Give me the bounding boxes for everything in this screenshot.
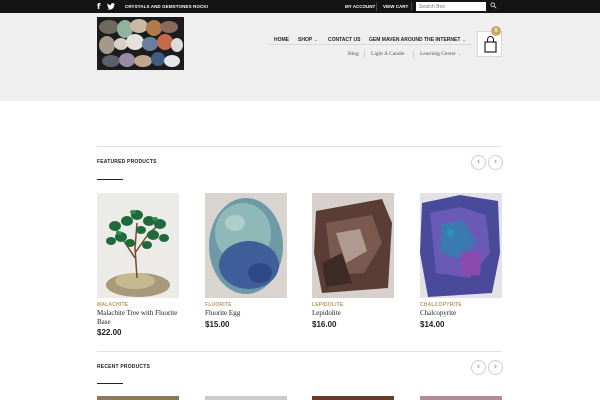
product-category[interactable]: CHALCOPYRITE xyxy=(420,302,462,309)
my-account-link[interactable]: MY ACCOUNT xyxy=(345,3,375,10)
heading-underline xyxy=(97,179,123,180)
nav-divider xyxy=(268,44,472,45)
search-icon[interactable] xyxy=(490,2,497,9)
nav-divider xyxy=(364,50,365,58)
crystals-logo-image xyxy=(97,17,184,70)
product-name[interactable]: Chalcopyrite xyxy=(420,309,502,318)
chevron-left-icon: ‹ xyxy=(476,362,481,372)
product-category[interactable]: MALACHITE xyxy=(97,302,128,309)
nav-item-light-a-candle[interactable]: Light A Candle xyxy=(371,50,405,58)
site-header xyxy=(0,13,600,101)
product-name[interactable]: Fluorite Egg xyxy=(205,309,287,318)
top-bar: f CRYSTALS AND GEMSTONES ROCK! MY ACCOUN… xyxy=(0,0,600,13)
carousel-prev-button[interactable]: ‹ xyxy=(471,155,486,170)
section-divider xyxy=(97,146,502,147)
nav-divider xyxy=(413,50,414,58)
cart-count-badge: 0 xyxy=(491,26,501,36)
product-price: $14.00 xyxy=(420,320,445,329)
chevron-right-icon: › xyxy=(493,362,498,372)
nav-item-contact-us[interactable]: CONTACT US xyxy=(328,36,360,44)
site-tagline: CRYSTALS AND GEMSTONES ROCK! xyxy=(125,4,209,9)
product-image[interactable] xyxy=(205,193,287,298)
product-name[interactable]: Lepidolite xyxy=(312,309,394,318)
product-image[interactable] xyxy=(420,396,502,400)
chevron-down-icon: ⌄ xyxy=(457,51,462,56)
chevron-left-icon: ‹ xyxy=(476,157,481,167)
site-logo[interactable] xyxy=(97,17,184,70)
product-image[interactable] xyxy=(312,193,394,298)
view-cart-link[interactable]: VIEW CART xyxy=(383,3,408,10)
carousel-next-button[interactable]: › xyxy=(488,155,503,170)
product-name[interactable]: Malachite Tree with Fluorite Base xyxy=(97,309,179,326)
facebook-icon[interactable]: f xyxy=(97,2,100,11)
nav-item-learning-center[interactable]: Learning Center ⌄ xyxy=(420,50,461,58)
section-divider xyxy=(97,351,502,352)
product-image[interactable] xyxy=(420,193,502,298)
topbar-divider xyxy=(411,2,412,11)
product-image[interactable] xyxy=(97,193,179,298)
product-image[interactable] xyxy=(97,396,179,400)
featured-products-heading: FEATURED PRODUCTS xyxy=(97,159,157,165)
topbar-divider xyxy=(376,2,377,11)
nav-item-shop[interactable]: SHOP ⌄ xyxy=(298,36,318,44)
product-category[interactable]: LEPIDOLITE xyxy=(312,302,343,309)
product-image[interactable] xyxy=(205,396,287,400)
product-price: $16.00 xyxy=(312,320,337,329)
product-category[interactable]: FLUORITE xyxy=(205,302,232,309)
recent-products-heading: RECENT PRODUCTS xyxy=(97,364,151,370)
carousel-next-button[interactable]: › xyxy=(488,360,503,375)
nav-item-home[interactable]: HOME xyxy=(274,36,289,44)
carousel-prev-button[interactable]: ‹ xyxy=(471,360,486,375)
product-price: $15.00 xyxy=(205,320,230,329)
product-price: $22.00 xyxy=(97,328,122,337)
shopping-bag-icon xyxy=(484,36,497,53)
nav-item-blog[interactable]: Blog xyxy=(348,50,359,58)
chevron-down-icon: ⌄ xyxy=(462,37,466,42)
twitter-icon[interactable] xyxy=(107,3,115,10)
product-image[interactable] xyxy=(312,396,394,400)
nav-item-gem-maven[interactable]: GEM MAVEN AROUND THE INTERNET ⌄ xyxy=(369,36,466,44)
chevron-down-icon: ⌄ xyxy=(314,37,318,42)
heading-underline xyxy=(97,383,123,384)
chevron-right-icon: › xyxy=(493,157,498,167)
search-input[interactable] xyxy=(416,2,486,11)
